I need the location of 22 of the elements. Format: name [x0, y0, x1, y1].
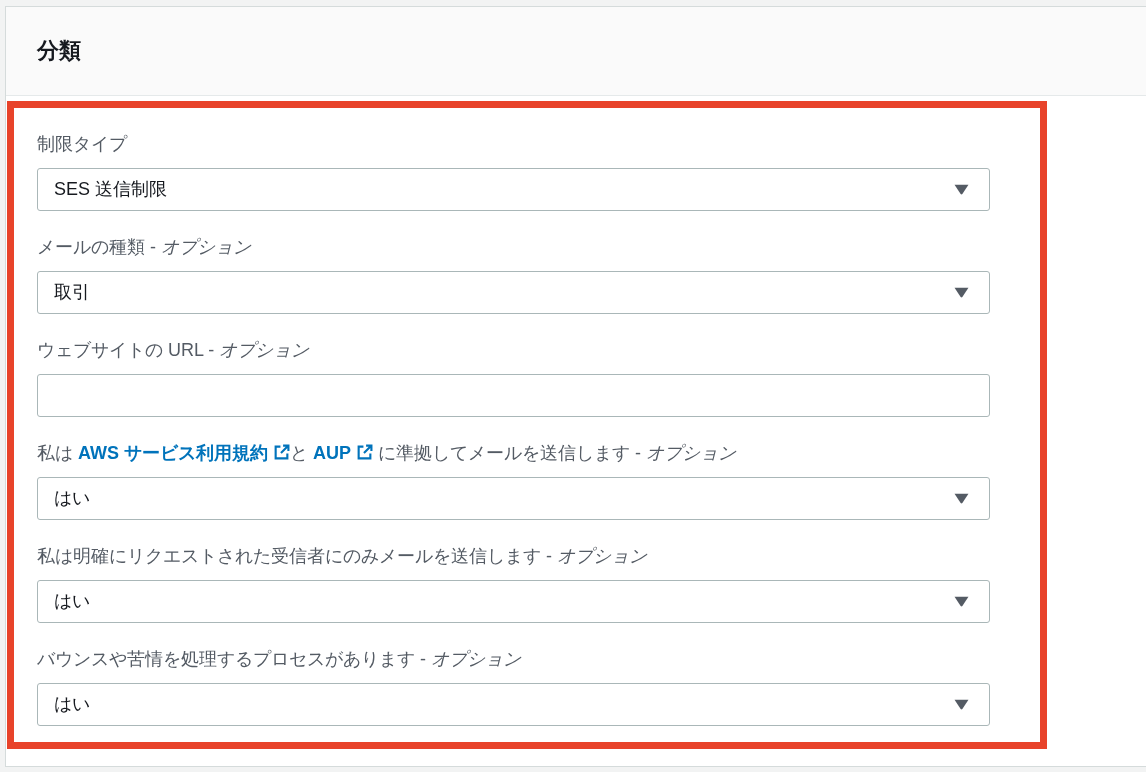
field-label: メールの種類 - オプション — [37, 236, 251, 259]
dropdown[interactable]: SES 送信制限 — [37, 168, 990, 211]
external-link-icon — [273, 444, 291, 461]
caret-icon — [954, 596, 969, 607]
field-label: 私は AWS サービス利用規約 と AUP に準拠してメールを送信します - オプション — [37, 442, 737, 465]
external-link-icon — [356, 444, 374, 461]
field-label: バウンスや苦情を処理するプロセスがあります - オプション — [37, 648, 521, 671]
field-label: 私は明確にリクエストされた受信者にのみメールを送信します - オプション — [37, 545, 647, 568]
dropdown[interactable]: はい — [37, 477, 990, 520]
dropdown[interactable]: はい — [37, 580, 990, 623]
caret-icon — [954, 699, 969, 710]
dropdown[interactable]: はい — [37, 683, 990, 726]
caret-icon — [954, 184, 969, 195]
text-input[interactable] — [37, 374, 990, 417]
terms-link[interactable]: AWS サービス利用規約 — [78, 443, 291, 463]
caret-icon — [954, 287, 969, 298]
terms-link[interactable]: AUP — [313, 443, 374, 463]
field-label: 制限タイプ — [37, 133, 127, 156]
field-label: ウェブサイトの URL - オプション — [37, 339, 310, 362]
caret-icon — [954, 493, 969, 504]
dropdown[interactable]: 取引 — [37, 271, 990, 314]
panel-title: 分類 — [37, 40, 81, 62]
